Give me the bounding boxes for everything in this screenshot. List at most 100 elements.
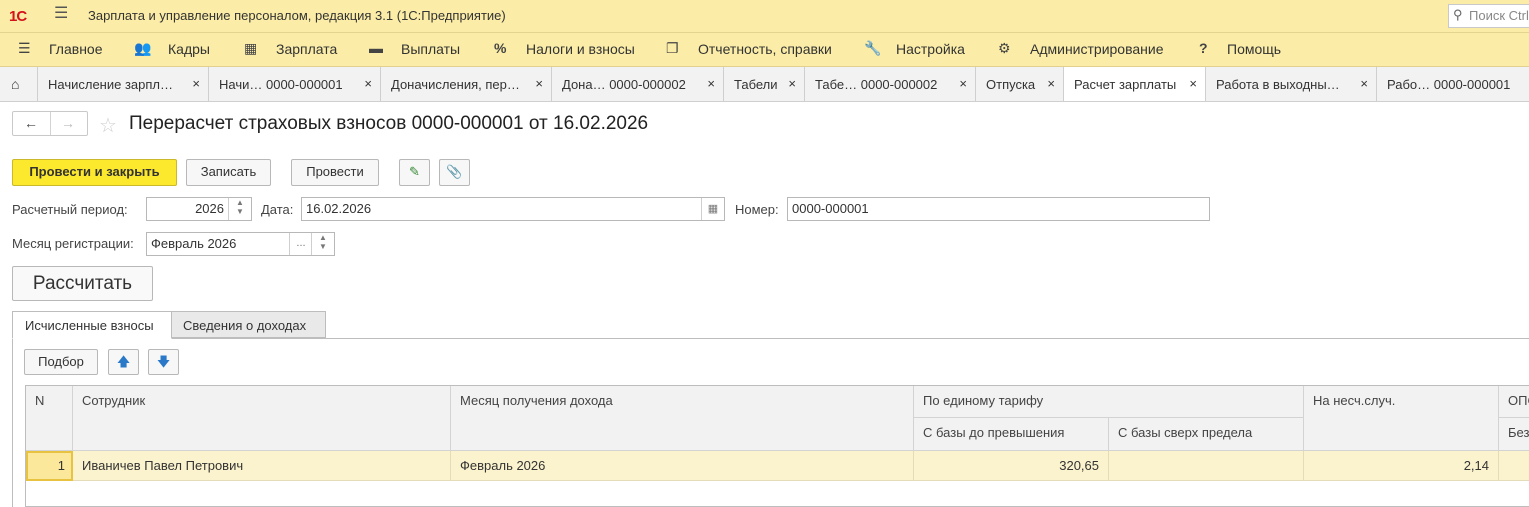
table-cell-employee[interactable]: Иваничев Павел Петрович bbox=[73, 451, 451, 481]
column-header-n[interactable]: N bbox=[26, 386, 73, 451]
close-icon[interactable]: × bbox=[535, 76, 543, 91]
window-tab-label: Отпуска bbox=[986, 77, 1036, 92]
table-cell-n[interactable]: 1 bbox=[26, 451, 73, 481]
reg-month-field[interactable]: Февраль 2026 ... ▲ ▼ bbox=[146, 232, 335, 256]
table-cell-accident[interactable]: 2,14 bbox=[1304, 451, 1499, 481]
window-tab-label: Табели bbox=[734, 77, 778, 92]
column-header-base-below[interactable]: С базы до превышения bbox=[914, 418, 1109, 451]
search-input[interactable]: ⚲ Поиск Ctrl+Shift+F bbox=[1448, 4, 1529, 28]
period-spinner[interactable]: ▲ ▼ bbox=[228, 198, 251, 220]
close-icon[interactable]: × bbox=[1360, 76, 1368, 91]
move-down-button[interactable]: 🡇 bbox=[148, 349, 179, 375]
date-field[interactable]: 16.02.2026 ▦ bbox=[301, 197, 725, 221]
window-tab[interactable]: Табе… 0000-000002 × bbox=[805, 67, 976, 101]
home-icon: ⌂ bbox=[11, 76, 20, 92]
close-icon[interactable]: × bbox=[1189, 76, 1197, 91]
window-tab-label: Табе… 0000-000002 bbox=[815, 77, 938, 92]
table-cell-extra[interactable] bbox=[1499, 451, 1529, 481]
pick-button[interactable]: Подбор bbox=[24, 349, 98, 375]
post-button[interactable]: Провести bbox=[291, 159, 379, 186]
reg-month-label: Месяц регистрации: bbox=[12, 236, 134, 251]
page-title: Перерасчет страховых взносов 0000-000001… bbox=[129, 113, 649, 134]
window-tab[interactable]: Табели × bbox=[724, 67, 805, 101]
number-field[interactable]: 0000-000001 bbox=[787, 197, 1210, 221]
table-cell-base-above[interactable] bbox=[1109, 451, 1304, 481]
home-tab[interactable]: ⌂ bbox=[0, 67, 38, 101]
window-tab-label: Рабо… 0000-000001 bbox=[1387, 77, 1511, 92]
contributions-table: N Сотрудник Месяц получения дохода По ед… bbox=[25, 385, 1529, 507]
menu-lines-icon: ☰ bbox=[18, 40, 31, 56]
menu-item-salary[interactable]: Зарплата bbox=[276, 41, 337, 57]
window-tab[interactable]: Отпуска × bbox=[976, 67, 1064, 101]
window-tab-label: Доначисления, пер… bbox=[391, 77, 520, 92]
save-button[interactable]: Записать bbox=[186, 159, 271, 186]
post-and-close-button[interactable]: Провести и закрыть bbox=[12, 159, 177, 186]
window-tab-label: Начисление зарпл… bbox=[48, 77, 174, 92]
percent-icon: % bbox=[494, 40, 507, 56]
period-label: Расчетный период: bbox=[12, 202, 128, 217]
date-value: 16.02.2026 bbox=[306, 201, 372, 216]
window-tab-active[interactable]: Расчет зарплаты × bbox=[1064, 67, 1206, 101]
period-field[interactable]: 2026 ▲ ▼ bbox=[146, 197, 252, 221]
back-arrow-icon[interactable]: ← bbox=[24, 115, 38, 131]
title-bar: 1С ☰ Зарплата и управление персоналом, р… bbox=[0, 0, 1529, 33]
sections-menu: ☰ Главное 👥 Кадры ▦ Зарплата ▬ Выплаты %… bbox=[0, 33, 1529, 67]
close-icon[interactable]: × bbox=[707, 76, 715, 91]
close-icon[interactable]: × bbox=[364, 76, 372, 91]
calculator-icon: ▦ bbox=[244, 40, 258, 56]
menu-item-payments[interactable]: Выплаты bbox=[401, 41, 460, 57]
reg-month-value: Февраль 2026 bbox=[151, 236, 237, 251]
menu-item-main[interactable]: Главное bbox=[49, 41, 103, 57]
pen-icon: ✎ bbox=[409, 164, 420, 179]
calendar-icon[interactable]: ▦ bbox=[701, 198, 724, 220]
number-label: Номер: bbox=[735, 202, 779, 217]
table-cell-base-below[interactable]: 320,65 bbox=[914, 451, 1109, 481]
favorite-star-icon[interactable]: ☆ bbox=[99, 113, 117, 138]
arrow-up-icon: 🡅 bbox=[116, 354, 131, 369]
attachments-button[interactable]: 📎 bbox=[439, 159, 470, 186]
tab-income-info[interactable]: Сведения о доходах bbox=[172, 311, 326, 338]
close-icon[interactable]: × bbox=[1047, 76, 1055, 91]
edit-movements-button[interactable]: ✎ bbox=[399, 159, 430, 186]
window-tab[interactable]: Начисление зарпл… × bbox=[38, 67, 209, 101]
report-icon: ❐ bbox=[666, 40, 679, 56]
column-group-ops: ОПС bbox=[1499, 386, 1529, 418]
column-header-employee[interactable]: Сотрудник bbox=[73, 386, 451, 451]
menu-item-taxes[interactable]: Налоги и взносы bbox=[526, 41, 635, 57]
column-header-income-month[interactable]: Месяц получения дохода bbox=[451, 386, 914, 451]
window-tab[interactable]: Начи… 0000-000001 × bbox=[209, 67, 381, 101]
window-tab[interactable]: Работа в выходны… × bbox=[1206, 67, 1377, 101]
calculate-button[interactable]: Рассчитать bbox=[12, 266, 153, 301]
window-tab[interactable]: Рабо… 0000-000001 bbox=[1377, 67, 1529, 101]
close-icon[interactable]: × bbox=[788, 76, 796, 91]
move-up-button[interactable]: 🡅 bbox=[108, 349, 139, 375]
column-header-accident[interactable]: На несч.случ. bbox=[1304, 386, 1499, 451]
gear-icon: ⚙ bbox=[998, 40, 1011, 56]
main-menu-icon[interactable]: ☰ bbox=[54, 6, 68, 22]
close-icon[interactable]: × bbox=[192, 76, 200, 91]
menu-item-hr[interactable]: Кадры bbox=[168, 41, 210, 57]
window-tab[interactable]: Дона… 0000-000002 × bbox=[552, 67, 724, 101]
menu-item-reports[interactable]: Отчетность, справки bbox=[698, 41, 832, 57]
date-label: Дата: bbox=[261, 202, 294, 217]
tab-accrued-contributions[interactable]: Исчисленные взносы bbox=[12, 311, 172, 339]
open-windows-bar: ⌂ Начисление зарпл… × Начи… 0000-000001 … bbox=[0, 67, 1529, 102]
period-value: 2026 bbox=[195, 201, 224, 216]
window-tab[interactable]: Доначисления, пер… × bbox=[381, 67, 552, 101]
search-placeholder: Поиск Ctrl+Shift+F bbox=[1469, 8, 1529, 23]
table-cell-income-month[interactable]: Февраль 2026 bbox=[451, 451, 914, 481]
reg-month-spinner[interactable]: ▲ ▼ bbox=[311, 233, 334, 255]
menu-item-admin[interactable]: Администрирование bbox=[1030, 41, 1164, 57]
column-header-base-above[interactable]: С базы сверх предела bbox=[1109, 418, 1304, 451]
window-tab-label: Начи… 0000-000001 bbox=[219, 77, 343, 92]
window-tab-label: Расчет зарплаты bbox=[1074, 77, 1177, 92]
people-icon: 👥 bbox=[134, 40, 152, 56]
choose-button[interactable]: ... bbox=[289, 233, 312, 255]
window-tab-label: Дона… 0000-000002 bbox=[562, 77, 686, 92]
forward-arrow-icon[interactable]: → bbox=[61, 115, 75, 131]
menu-item-settings[interactable]: Настройка bbox=[896, 41, 965, 57]
column-group-single-tariff: По единому тарифу bbox=[914, 386, 1304, 418]
menu-item-help[interactable]: Помощь bbox=[1227, 41, 1281, 57]
column-header-without[interactable]: Без bbox=[1499, 418, 1529, 451]
close-icon[interactable]: × bbox=[959, 76, 967, 91]
